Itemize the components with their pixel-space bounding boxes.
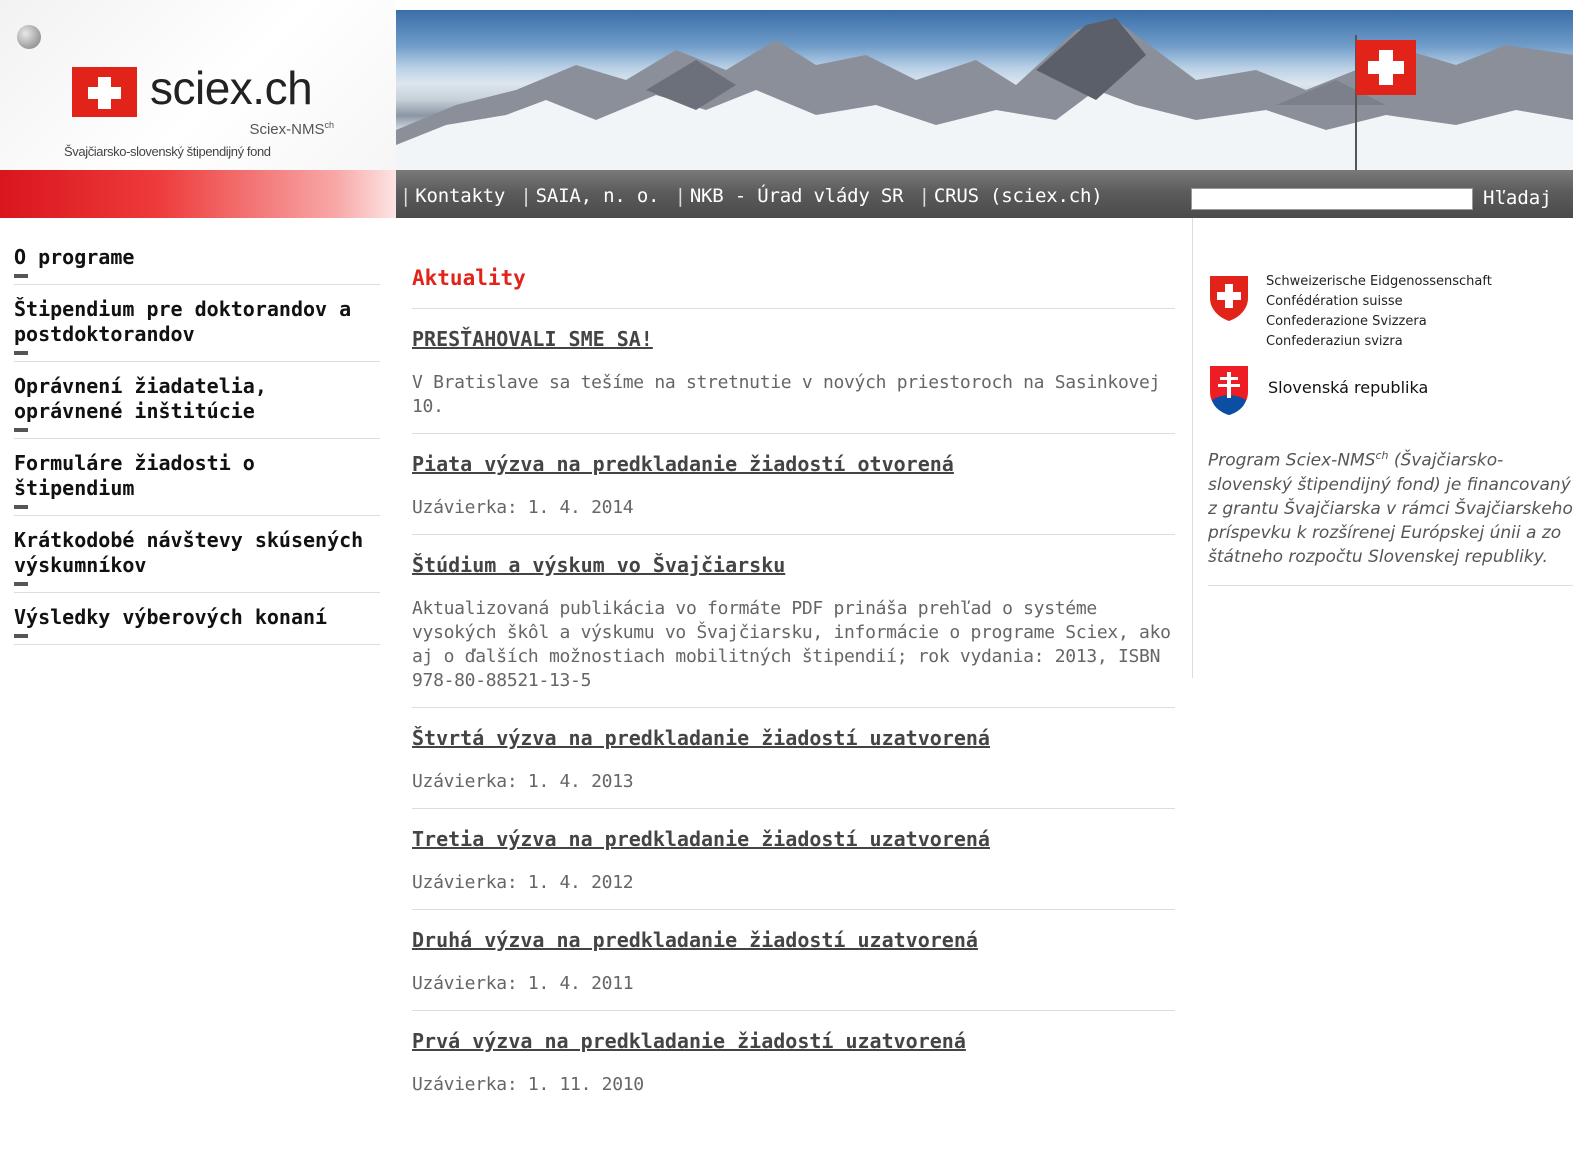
news-title-link[interactable]: Štúdium a výskum vo Švajčiarsku [412, 553, 1175, 577]
news-title-link[interactable]: Druhá výzva na predkladanie žiadostí uza… [412, 928, 1175, 952]
nav-links: | Kontakty | SAIA, n. o. | NKB - Úrad vlády… [400, 185, 1103, 207]
nav-link-crus[interactable]: CRUS (sciex.ch) [934, 185, 1103, 207]
sidebar-item-kratkodobe[interactable]: Krátkodobé návštevy skúsených výskumníko… [14, 528, 380, 593]
news-body: Uzávierka: 1. 4. 2014 [412, 497, 634, 518]
news-item: Štvrtá výzva na predkladanie žiadostí uz… [412, 726, 1175, 809]
logo-dot-icon [17, 25, 41, 49]
confederation-name-fr: Confédération suisse [1266, 294, 1403, 309]
news-title-link[interactable]: Piata výzva na predkladanie žiadostí otv… [412, 452, 1175, 476]
nav-accent-bar [0, 170, 396, 218]
main-content: Aktuality PRESŤAHOVALI SME SA! V Bratisl… [412, 266, 1175, 1129]
dash-icon [14, 582, 28, 586]
news-item: Druhá výzva na predkladanie žiadostí uza… [412, 928, 1175, 1011]
nav-link-saia[interactable]: SAIA, n. o. [536, 185, 660, 207]
search-button[interactable]: Hľadaj [1483, 187, 1552, 209]
top-navigation: | Kontakty | SAIA, n. o. | NKB - Úrad vlády… [396, 170, 1573, 218]
news-body: Uzávierka: 1. 11. 2010 [412, 1074, 644, 1095]
swiss-cross-icon [72, 67, 137, 117]
page-title: Aktuality [412, 266, 1175, 309]
logo[interactable]: sciex.ch Sciex-NMSch Švajčiarsko-slovens… [0, 0, 396, 170]
news-body: Uzávierka: 1. 4. 2012 [412, 872, 634, 893]
dash-icon [14, 428, 28, 432]
logo-text: sciex.ch [150, 62, 313, 114]
swiss-shield-icon [1210, 276, 1248, 321]
news-title-link[interactable]: Štvrtá výzva na predkladanie žiadostí uz… [412, 726, 1175, 750]
slovak-shield-icon [1210, 366, 1248, 415]
news-body: Uzávierka: 1. 4. 2013 [412, 771, 634, 792]
confederation-name-rm: Confederaziun svizra [1266, 334, 1403, 349]
sidebar-item-vysledky[interactable]: Výsledky výberových konaní [14, 605, 380, 645]
nav-link-kontakty[interactable]: Kontakty [415, 185, 505, 207]
news-item: Piata výzva na predkladanie žiadostí otv… [412, 452, 1175, 535]
dash-icon [14, 351, 28, 355]
dash-icon [14, 505, 28, 509]
news-body: Aktualizovaná publikácia vo formáte PDF … [412, 598, 1171, 691]
sidebar-item-stipendium[interactable]: Štipendium pre doktorandov a postdoktora… [14, 297, 380, 362]
sidebar-item-opravneni[interactable]: Oprávnení žiadatelia, oprávnené inštitúc… [14, 374, 380, 439]
news-title-link[interactable]: PRESŤAHOVALI SME SA! [412, 327, 1175, 351]
dash-icon [14, 634, 28, 638]
dash-icon [14, 274, 28, 278]
news-body: Uzávierka: 1. 4. 2011 [412, 973, 634, 994]
news-item: Štúdium a výskum vo Švajčiarsku Aktualiz… [412, 553, 1175, 708]
news-body: V Bratislave sa tešíme na stretnutie v n… [412, 372, 1161, 417]
sidebar-item-formulare[interactable]: Formuláre žiadosti o štipendium [14, 451, 380, 516]
logo-subtitle: Sciex-NMSch [249, 120, 334, 138]
news-title-link[interactable]: Tretia výzva na predkladanie žiadostí uz… [412, 827, 1175, 851]
right-sidebar: Schweizerische Eidgenossenschaft Confédé… [1208, 272, 1573, 586]
news-item: Prvá výzva na predkladanie žiadostí uzat… [412, 1029, 1175, 1111]
sidebar-item-o-programe[interactable]: O programe [14, 245, 380, 285]
confederation-name-it: Confederazione Svizzera [1266, 314, 1427, 329]
column-divider [1192, 218, 1193, 678]
news-item: PRESŤAHOVALI SME SA! V Bratislave sa teš… [412, 327, 1175, 434]
slovak-republic-label: Slovenská republika [1268, 378, 1429, 397]
mountain-banner [396, 10, 1573, 170]
nav-link-nkb[interactable]: NKB - Úrad vlády SR [690, 185, 904, 207]
program-description: Program Sciex-NMSch (Švajčiarsko-slovens… [1208, 444, 1573, 586]
search-input[interactable] [1191, 188, 1473, 210]
news-item: Tretia výzva na predkladanie žiadostí uz… [412, 827, 1175, 910]
logo-tagline: Švajčiarsko-slovenský štipendijný fond [64, 144, 271, 159]
news-title-link[interactable]: Prvá výzva na predkladanie žiadostí uzat… [412, 1029, 1175, 1053]
confederation-name-de: Schweizerische Eidgenossenschaft [1266, 274, 1492, 289]
left-sidebar: O programe Štipendium pre doktorandov a … [14, 245, 380, 657]
slovak-republic-logo[interactable]: Slovenská republika [1208, 364, 1568, 444]
page-header: sciex.ch Sciex-NMSch Švajčiarsko-slovens… [0, 0, 1573, 218]
swiss-confederation-logo[interactable]: Schweizerische Eidgenossenschaft Confédé… [1208, 272, 1568, 364]
